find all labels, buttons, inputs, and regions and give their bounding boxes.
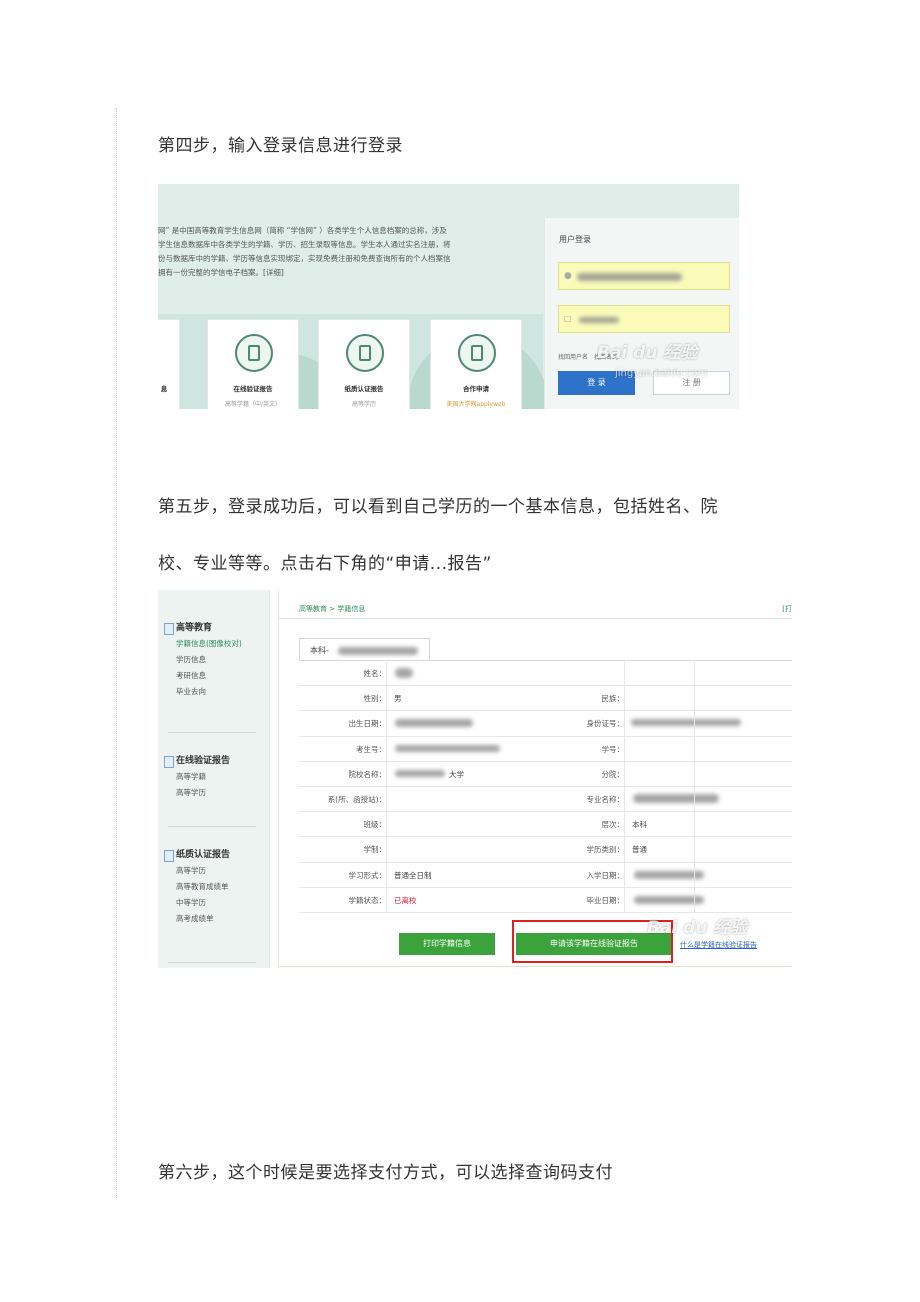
table-row: 院校名称： 大学 分院： — [299, 762, 792, 787]
print-record-button[interactable]: 打印学籍信息 — [399, 933, 495, 955]
sidebar-item[interactable]: 学历信息 — [164, 652, 242, 668]
table-row: 学籍状态： 已离校 毕业日期： — [299, 888, 792, 913]
service-card[interactable]: 在线验证报告 高等学籍（中/英文） — [207, 319, 299, 409]
sidebar-item[interactable]: 高考成绩单 — [164, 911, 230, 927]
baidu-watermark: Bai du 经验 — [647, 918, 748, 938]
sidebar-divider — [168, 732, 256, 733]
step4-text: 第四步，输入登录信息进行登录 — [158, 136, 403, 156]
print-link-partial[interactable]: [打 — [782, 604, 792, 614]
login-screenshot: 网” 是中国高等教育学生信息网（简称 “学信网” ）各类学生个人信息档案的总称，… — [158, 184, 739, 409]
card-subtitle: 高等学历 — [351, 401, 376, 408]
breadcrumb[interactable]: 高等教育 > 学籍信息 — [299, 604, 365, 614]
field-label: 身份证号： — [586, 719, 625, 729]
sidebar-item[interactable]: 毕业去向 — [164, 684, 242, 700]
report-icon — [235, 334, 273, 372]
card-subtitle: 高等学籍（中/英文） — [224, 401, 282, 408]
sidebar-group-paper-report: 纸质认证报告 高等学历 高等教育成绩单 中等学历 高考成绩单 — [164, 847, 230, 927]
table-divider — [386, 660, 387, 912]
field-label: 层次： — [601, 820, 625, 830]
card-title: 纸质认证报告 — [344, 385, 384, 393]
baidu-watermark: Bai du 经验 — [597, 343, 698, 363]
sidebar-group-higher-education: 高等教育 学籍信息(图像校对) 学历信息 考研信息 毕业去向 — [164, 620, 242, 700]
table-row: 姓名： — [299, 661, 792, 687]
redacted-name — [395, 668, 413, 678]
field-label: 毕业日期： — [586, 895, 625, 905]
username-field[interactable]: ● — [558, 262, 730, 290]
help-link[interactable]: 什么是学籍在线验证报告 — [680, 940, 757, 950]
intro-line: 份与数据库中的学籍、学历等信息实现绑定，实现免费注册和免费查询所有的个人档案信 — [158, 254, 451, 263]
intro-line: 网” 是中国高等教育学生信息网（简称 “学信网” ）各类学生个人信息档案的总称，… — [158, 226, 447, 235]
table-row: 学习形式： 普通全日制 入学日期： — [299, 863, 792, 888]
field-label: 民族： — [601, 694, 625, 704]
table-row: 性别：男民族： — [299, 686, 792, 712]
table-row: 班级： 层次： 本科 — [299, 812, 792, 838]
intro-line: 拥有一份完整的学信电子档案。[详细] — [158, 268, 284, 277]
table-row: 出生日期： 身份证号： — [299, 711, 792, 737]
redacted-username — [577, 273, 682, 281]
redacted-school — [338, 647, 418, 655]
card-title: 合作申请 — [463, 385, 489, 393]
sidebar-divider — [168, 962, 256, 963]
table-divider — [624, 660, 625, 912]
table-divider — [694, 660, 695, 912]
field-label: 专业名称： — [586, 794, 625, 804]
margin-dotted-line — [116, 108, 117, 1198]
tab-label: 本科- — [310, 646, 329, 655]
student-info-screenshot: 高等教育 学籍信息(图像校对) 学历信息 考研信息 毕业去向 在线验证报告 高等… — [158, 590, 792, 968]
redacted-password — [579, 317, 619, 323]
password-field[interactable]: □ — [558, 305, 730, 333]
login-panel: 用户登录 ● □ 找回用户名 找回密码 登 录 注 册 Bai du 经验 ji… — [544, 218, 739, 409]
bottom-border — [278, 966, 792, 967]
field-value: 普通 — [632, 845, 647, 855]
sidebar-item[interactable]: 学籍信息(图像校对) — [164, 636, 242, 652]
table-row: 学制： 学历类别： 普通 — [299, 837, 792, 863]
student-info-table: 姓名： 性别：男民族： 出生日期： 身份证号： 考生号： 学号： 院校名称： 大学 分院… — [299, 660, 792, 913]
field-label: 学号： — [601, 744, 625, 754]
sidebar-group-online-report: 在线验证报告 高等学籍 高等学历 — [164, 753, 230, 801]
baidu-watermark-url: jingyan.baidu.com — [615, 368, 708, 379]
lock-icon: □ — [564, 314, 572, 323]
service-card[interactable]: 纸质认证报告 高等学历 — [318, 319, 410, 409]
sidebar-divider — [168, 826, 256, 827]
field-value: 本科 — [632, 820, 647, 830]
intro-line: 学生信息数据库中各类学生的学籍、学历、招生录取等信息。学生本人通过实名注册，将 — [158, 240, 451, 249]
step5-text-line1: 第五步，登录成功后，可以看到自己学历的一个基本信息，包括姓名、院 — [158, 497, 718, 517]
field-label: 分院： — [601, 769, 625, 779]
step5-text-line2: 校、专业等等。点击右下角的“申请...报告” — [158, 554, 492, 574]
tab-undergraduate[interactable]: 本科- — [299, 638, 430, 660]
sidebar-item[interactable]: 中等学历 — [164, 895, 230, 911]
sidebar-item[interactable]: 高等学历 — [164, 785, 230, 801]
envelope-icon — [458, 334, 496, 372]
sidebar-heading[interactable]: 高等教育 — [164, 620, 242, 636]
service-card[interactable]: 合作申请 美国大学网applyweb — [430, 319, 522, 409]
field-label: 姓名： — [363, 669, 387, 678]
field-label: 入学日期： — [586, 870, 625, 880]
table-row: 系(所、函授站)： 专业名称： — [299, 787, 792, 813]
login-title: 用户登录 — [559, 235, 591, 244]
service-card[interactable]: 息 — [158, 319, 180, 409]
sidebar-heading[interactable]: 纸质认证报告 — [164, 847, 230, 863]
card-title: 息 — [160, 385, 168, 393]
certificate-icon — [346, 334, 384, 372]
field-label: 学历类别： — [586, 845, 625, 855]
intro-text: 网” 是中国高等教育学生信息网（简称 “学信网” ）各类学生个人信息档案的总称，… — [158, 224, 538, 280]
user-icon: ● — [564, 271, 572, 281]
step6-text: 第六步，这个时候是要选择支付方式，可以选择查询码支付 — [158, 1163, 613, 1183]
main-panel: 高等教育 > 学籍信息 [打 本科- 姓名： 性别：男民族： 出生日期： 身份证号… — [278, 590, 792, 968]
redacted-major — [633, 793, 719, 803]
card-subtitle: 美国大学网applyweb — [446, 401, 506, 408]
sidebar-item[interactable]: 考研信息 — [164, 668, 242, 684]
sidebar-item[interactable]: 高等教育成绩单 — [164, 879, 230, 895]
sidebar-item[interactable]: 高等学历 — [164, 863, 230, 879]
divider — [279, 618, 792, 619]
card-title: 在线验证报告 — [233, 385, 273, 393]
redacted-id-number — [631, 719, 741, 727]
sidebar: 高等教育 学籍信息(图像校对) 学历信息 考研信息 毕业去向 在线验证报告 高等… — [158, 590, 270, 968]
table-row: 考生号： 学号： — [299, 737, 792, 762]
sidebar-item[interactable]: 高等学籍 — [164, 769, 230, 785]
sidebar-heading[interactable]: 在线验证报告 — [164, 753, 230, 769]
